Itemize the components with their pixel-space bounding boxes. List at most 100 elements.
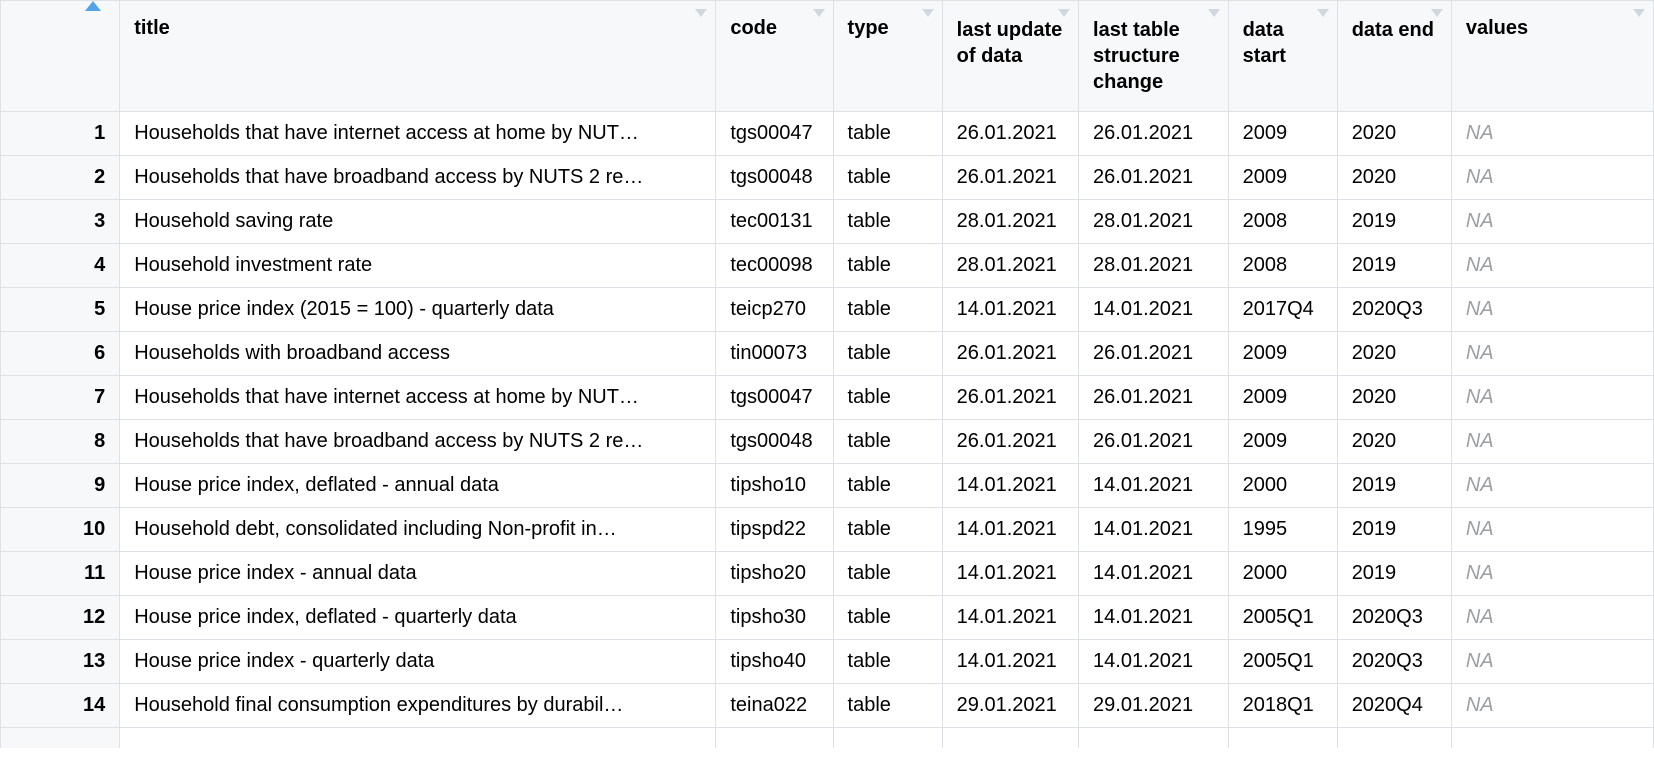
cell-title: Households that have internet access at …: [120, 376, 716, 420]
cell-values: NA: [1451, 244, 1653, 288]
table-row[interactable]: 7Households that have internet access at…: [1, 376, 1654, 420]
column-header-values[interactable]: values: [1451, 1, 1653, 112]
cell-last_structure: 29.01.2021: [1079, 684, 1229, 728]
cell-last_structure: 14.01.2021: [1079, 596, 1229, 640]
cell-type: table: [833, 596, 942, 640]
cell-values: NA: [1451, 288, 1653, 332]
table-row[interactable]: 9House price index, deflated - annual da…: [1, 464, 1654, 508]
row-number: 7: [1, 376, 120, 420]
table-header-row: title code type last update of data last…: [1, 1, 1654, 112]
cell-values: NA: [1451, 596, 1653, 640]
cell-data_end: 2020: [1337, 112, 1451, 156]
table-row[interactable]: 4Household investment ratetec00098table2…: [1, 244, 1654, 288]
cell-values: NA: [1451, 112, 1653, 156]
cell-type: table: [833, 200, 942, 244]
cell-data_start: 2008: [1228, 200, 1337, 244]
cell-data_end: 2020Q4: [1337, 684, 1451, 728]
cell-data_end: 2020: [1337, 332, 1451, 376]
filter-dropdown-icon[interactable]: [922, 9, 934, 17]
cell-data_start: 2009: [1228, 156, 1337, 200]
filter-dropdown-icon[interactable]: [1317, 9, 1329, 17]
table-row[interactable]: 12House price index, deflated - quarterl…: [1, 596, 1654, 640]
cell-type: table: [833, 552, 942, 596]
cell-title: Household final consumption expenditures…: [120, 684, 716, 728]
table-row-partial: [1, 728, 1654, 748]
table-row[interactable]: 3Household saving ratetec00131table28.01…: [1, 200, 1654, 244]
filter-dropdown-icon[interactable]: [1431, 9, 1443, 17]
column-header-code[interactable]: code: [716, 1, 833, 112]
table-row[interactable]: 2Households that have broadband access b…: [1, 156, 1654, 200]
cell-empty: [942, 728, 1078, 748]
cell-code: tgs00048: [716, 420, 833, 464]
column-header-data-end[interactable]: data end: [1337, 1, 1451, 112]
cell-data_start: 2000: [1228, 552, 1337, 596]
cell-code: tec00131: [716, 200, 833, 244]
row-number: 2: [1, 156, 120, 200]
cell-last_structure: 26.01.2021: [1079, 376, 1229, 420]
column-header-last-update[interactable]: last update of data: [942, 1, 1078, 112]
cell-code: tgs00047: [716, 112, 833, 156]
column-header-rownum[interactable]: [1, 1, 120, 112]
table-row[interactable]: 14Household final consumption expenditur…: [1, 684, 1654, 728]
table-row[interactable]: 13House price index - quarterly datatips…: [1, 640, 1654, 684]
cell-title: Households with broadband access: [120, 332, 716, 376]
cell-type: table: [833, 112, 942, 156]
cell-data_end: 2020: [1337, 376, 1451, 420]
cell-values: NA: [1451, 420, 1653, 464]
cell-data_start: 2008: [1228, 244, 1337, 288]
column-header-type[interactable]: type: [833, 1, 942, 112]
cell-code: tgs00048: [716, 156, 833, 200]
table-row[interactable]: 10Household debt, consolidated including…: [1, 508, 1654, 552]
cell-last_update: 29.01.2021: [942, 684, 1078, 728]
table-row[interactable]: 5House price index (2015 = 100) - quarte…: [1, 288, 1654, 332]
cell-data_end: 2019: [1337, 508, 1451, 552]
cell-data_end: 2020Q3: [1337, 640, 1451, 684]
table-row[interactable]: 11House price index - annual datatipsho2…: [1, 552, 1654, 596]
data-table: title code type last update of data last…: [0, 0, 1654, 748]
cell-empty: [1, 728, 120, 748]
cell-empty: [833, 728, 942, 748]
row-number: 1: [1, 112, 120, 156]
cell-code: tipsho30: [716, 596, 833, 640]
row-number: 4: [1, 244, 120, 288]
filter-dropdown-icon[interactable]: [813, 9, 825, 17]
column-label: code: [730, 17, 777, 39]
cell-code: tipsho40: [716, 640, 833, 684]
column-header-last-structure[interactable]: last table structure change: [1079, 1, 1229, 112]
table-row[interactable]: 8Households that have broadband access b…: [1, 420, 1654, 464]
cell-title: House price index, deflated - quarterly …: [120, 596, 716, 640]
cell-code: teina022: [716, 684, 833, 728]
cell-code: tec00098: [716, 244, 833, 288]
filter-dropdown-icon[interactable]: [1208, 9, 1220, 17]
sort-ascending-icon[interactable]: [85, 1, 101, 11]
cell-data_end: 2020Q3: [1337, 596, 1451, 640]
cell-empty: [1228, 728, 1337, 748]
table-row[interactable]: 6Households with broadband accesstin0007…: [1, 332, 1654, 376]
filter-dropdown-icon[interactable]: [695, 9, 707, 17]
column-label: data start: [1243, 19, 1286, 67]
cell-title: Household debt, consolidated including N…: [120, 508, 716, 552]
filter-dropdown-icon[interactable]: [1633, 9, 1645, 17]
column-label: last update of data: [957, 19, 1063, 67]
cell-code: tin00073: [716, 332, 833, 376]
table-row[interactable]: 1Households that have internet access at…: [1, 112, 1654, 156]
cell-empty: [716, 728, 833, 748]
cell-last_update: 28.01.2021: [942, 244, 1078, 288]
column-label: data end: [1352, 19, 1434, 41]
cell-type: table: [833, 376, 942, 420]
cell-data_end: 2020: [1337, 420, 1451, 464]
cell-last_structure: 28.01.2021: [1079, 244, 1229, 288]
column-header-title[interactable]: title: [120, 1, 716, 112]
cell-last_update: 26.01.2021: [942, 376, 1078, 420]
cell-last_update: 14.01.2021: [942, 288, 1078, 332]
column-label: last table structure change: [1093, 19, 1180, 93]
column-header-data-start[interactable]: data start: [1228, 1, 1337, 112]
cell-last_update: 26.01.2021: [942, 420, 1078, 464]
filter-dropdown-icon[interactable]: [1058, 9, 1070, 17]
cell-values: NA: [1451, 156, 1653, 200]
cell-code: tgs00047: [716, 376, 833, 420]
cell-title: House price index - quarterly data: [120, 640, 716, 684]
cell-data_end: 2019: [1337, 200, 1451, 244]
cell-data_end: 2019: [1337, 552, 1451, 596]
cell-type: table: [833, 332, 942, 376]
